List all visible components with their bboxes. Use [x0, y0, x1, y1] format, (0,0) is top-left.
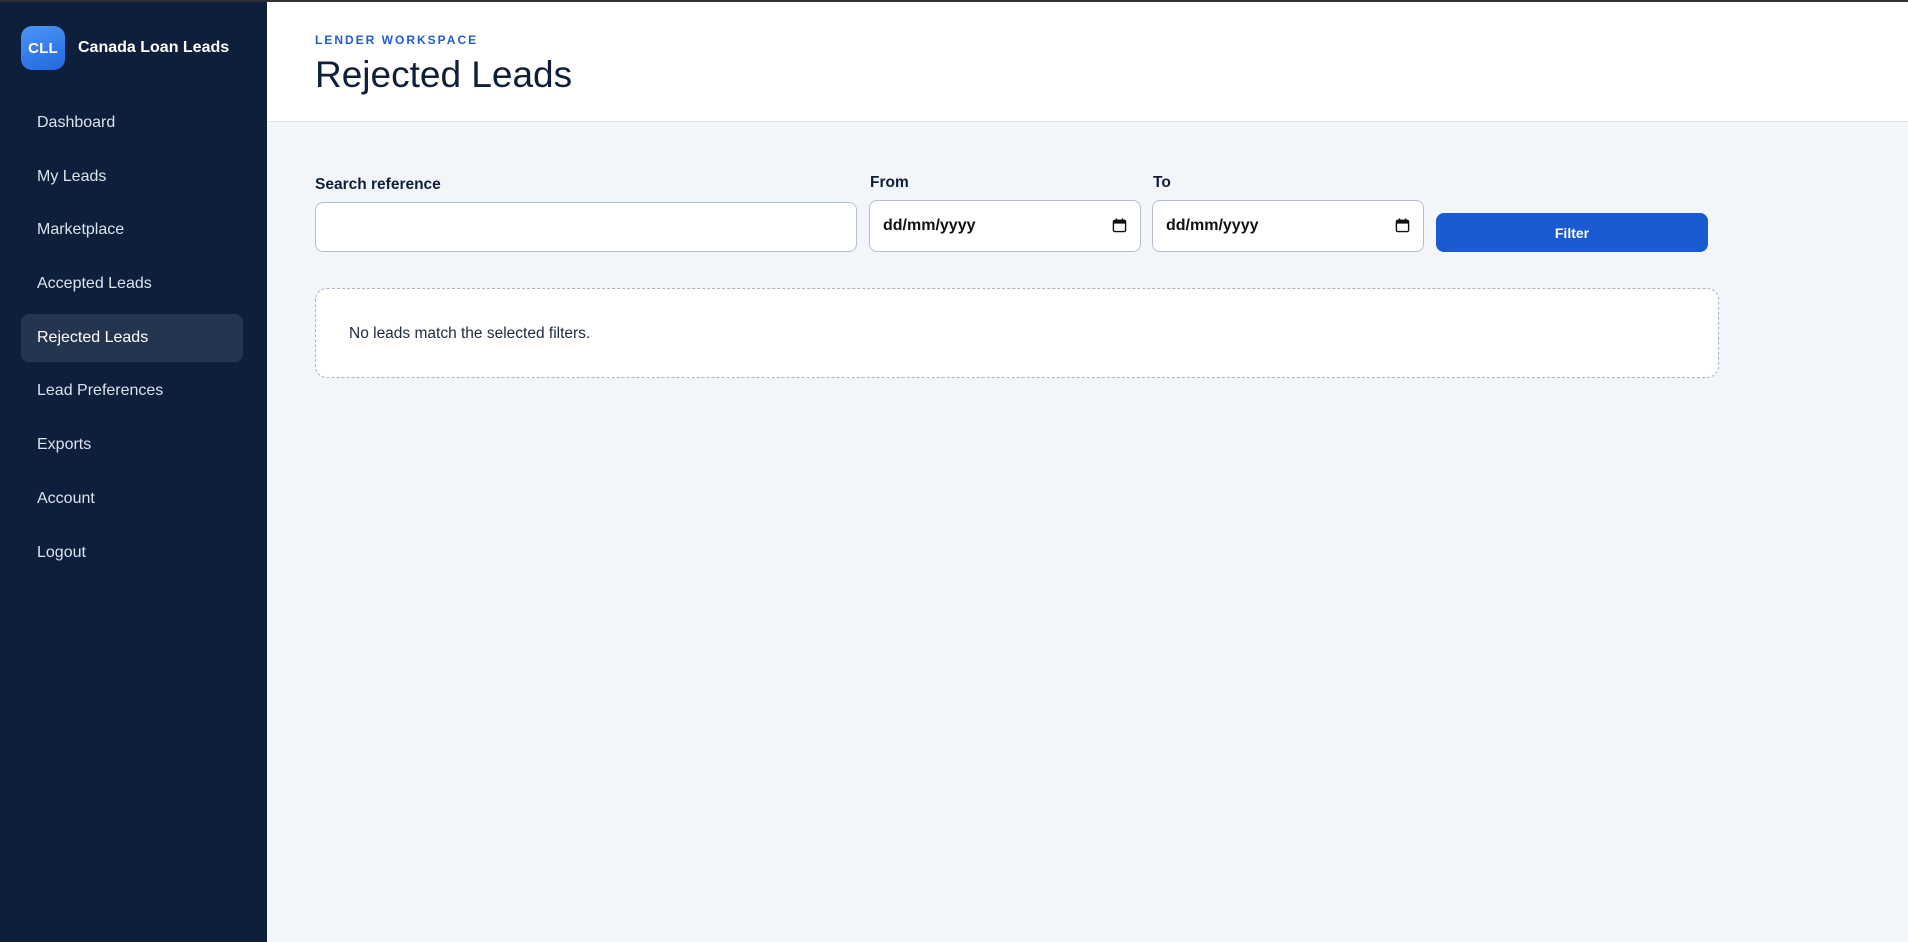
search-reference-input[interactable] — [315, 202, 857, 252]
sidebar-item-label: Accepted Leads — [37, 275, 152, 293]
sidebar: CLL Canada Loan Leads Dashboard My Leads… — [0, 0, 267, 942]
sidebar-item-label: My Leads — [37, 167, 107, 185]
empty-state: No leads match the selected filters. — [315, 288, 1719, 378]
search-reference-label: Search reference — [315, 176, 441, 193]
from-date-value: dd/mm/yyyy — [883, 217, 976, 234]
page-header: LENDER WORKSPACE Rejected Leads — [267, 0, 1908, 122]
page-title: Rejected Leads — [315, 54, 573, 95]
calendar-icon[interactable] — [1395, 218, 1410, 233]
to-date-input[interactable]: dd/mm/yyyy — [1152, 200, 1424, 252]
calendar-icon[interactable] — [1112, 218, 1127, 233]
sidebar-item-label: Account — [37, 489, 95, 507]
from-date-label: From — [870, 174, 909, 191]
sidebar-item-label: Marketplace — [37, 221, 125, 239]
sidebar-item-label: Exports — [37, 436, 92, 454]
sidebar-item-label: Dashboard — [37, 114, 116, 131]
window-top-border — [0, 0, 1908, 2]
to-date-value: dd/mm/yyyy — [1166, 217, 1259, 234]
sidebar-item-account[interactable]: Account — [21, 475, 243, 523]
filter-button[interactable]: Filter — [1436, 213, 1708, 252]
sidebar-item-accepted-leads[interactable]: Accepted Leads — [21, 260, 243, 308]
sidebar-nav: Dashboard My Leads Marketplace Accepted … — [21, 99, 243, 582]
page-eyebrow: LENDER WORKSPACE — [315, 33, 479, 47]
sidebar-item-lead-preferences[interactable]: Lead Preferences — [21, 367, 243, 415]
sidebar-item-my-leads[interactable]: My Leads — [21, 153, 243, 201]
empty-state-message: No leads match the selected filters. — [349, 325, 591, 342]
brand[interactable]: CLL Canada Loan Leads — [21, 26, 229, 70]
sidebar-item-marketplace[interactable]: Marketplace — [21, 206, 243, 254]
brand-logo: CLL — [21, 26, 65, 70]
sidebar-item-label: Lead Preferences — [37, 382, 164, 400]
sidebar-item-logout[interactable]: Logout — [21, 529, 243, 577]
to-date-label: To — [1153, 174, 1171, 191]
from-date-input[interactable]: dd/mm/yyyy — [869, 200, 1141, 252]
sidebar-item-exports[interactable]: Exports — [21, 421, 243, 469]
brand-name: Canada Loan Leads — [78, 39, 230, 56]
sidebar-item-dashboard[interactable]: Dashboard — [21, 99, 243, 147]
sidebar-item-label: Rejected Leads — [37, 328, 149, 346]
sidebar-item-label: Logout — [37, 543, 86, 561]
sidebar-item-rejected-leads[interactable]: Rejected Leads — [21, 313, 243, 362]
